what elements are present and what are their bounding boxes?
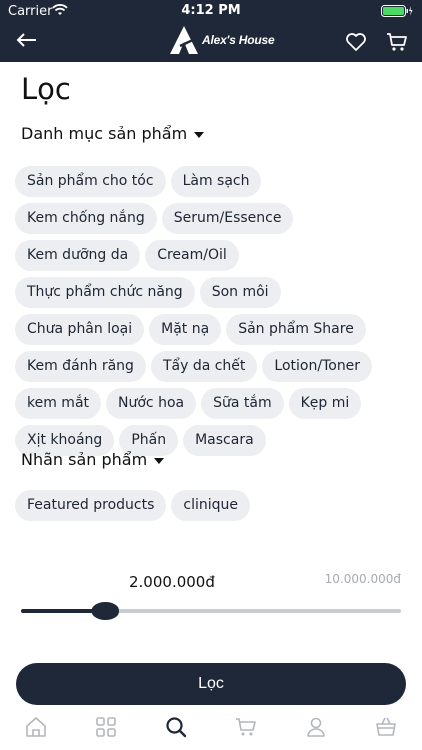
app-logo: Alex's House [169, 24, 275, 56]
tag-chip-list: Featured products clinique [15, 490, 410, 527]
category-chip[interactable]: Lotion/Toner [262, 351, 373, 382]
logo-text: Alex's House [202, 33, 275, 47]
clock-time: 4:12 PM [181, 3, 241, 18]
category-chip[interactable]: Mascara [183, 425, 266, 456]
category-chip[interactable]: Kẹp mi [288, 388, 362, 419]
tag-heading: Nhãn sản phẩm [21, 450, 148, 469]
logo-mark-icon [170, 26, 198, 54]
category-chip[interactable]: Kem chống nắng [15, 203, 157, 234]
grid-icon[interactable] [94, 715, 118, 739]
category-chip[interactable]: Son môi [199, 277, 281, 308]
app-header: Carrier 4:12 PM Alex's House [0, 0, 422, 62]
cart-icon[interactable] [385, 30, 409, 54]
battery-icon [381, 5, 413, 17]
tag-chip[interactable]: clinique [171, 490, 251, 521]
tag-chip[interactable]: Featured products [15, 490, 167, 521]
basket-icon[interactable] [374, 715, 398, 739]
price-slider-thumb[interactable] [91, 602, 120, 620]
category-chip[interactable]: Tẩy da chết [150, 351, 258, 382]
category-chip[interactable]: Serum/Essence [161, 203, 294, 234]
bottom-tab-bar [0, 708, 422, 750]
category-heading: Danh mục sản phẩm [21, 124, 188, 143]
category-chip[interactable]: Kem đánh răng [15, 351, 146, 382]
nav-bar: Alex's House [0, 22, 422, 62]
cart-icon[interactable] [234, 715, 258, 739]
caret-down-icon [154, 457, 165, 464]
user-icon[interactable] [304, 715, 328, 739]
category-chip[interactable]: Nước hoa [106, 388, 197, 419]
filter-button[interactable]: Lọc [16, 663, 406, 705]
category-chip[interactable]: Chưa phân loại [15, 314, 145, 345]
home-icon[interactable] [24, 715, 48, 739]
category-chip[interactable]: Làm sạch [170, 166, 262, 197]
category-chip[interactable]: Kem dưỡng da [15, 240, 141, 271]
status-bar: Carrier 4:12 PM [0, 0, 422, 22]
category-chip[interactable]: Sữa tắm [201, 388, 284, 419]
price-max-label: 10.000.000đ [324, 572, 401, 586]
category-chip[interactable]: Cream/Oil [145, 240, 239, 271]
category-chip[interactable]: Mặt nạ [149, 314, 222, 345]
page-title: Lọc [21, 72, 71, 106]
category-chip[interactable]: Thực phẩm chức năng [15, 277, 195, 308]
back-arrow-icon[interactable] [14, 28, 42, 52]
category-chip-list: Sản phẩm cho tóc Làm sạch Kem chống nắng Se… [15, 166, 410, 462]
category-dropdown[interactable]: Danh mục sản phẩm [21, 124, 205, 143]
category-chip[interactable]: Sản phẩm cho tóc [15, 166, 166, 197]
category-chip[interactable]: Sản phẩm Share [226, 314, 366, 345]
heart-icon[interactable] [344, 30, 368, 54]
search-icon[interactable] [164, 715, 188, 739]
caret-down-icon [194, 131, 205, 138]
price-value-label: 2.000.000đ [129, 573, 215, 591]
tag-dropdown[interactable]: Nhãn sản phẩm [21, 450, 165, 469]
category-chip[interactable]: kem mắt [15, 388, 102, 419]
